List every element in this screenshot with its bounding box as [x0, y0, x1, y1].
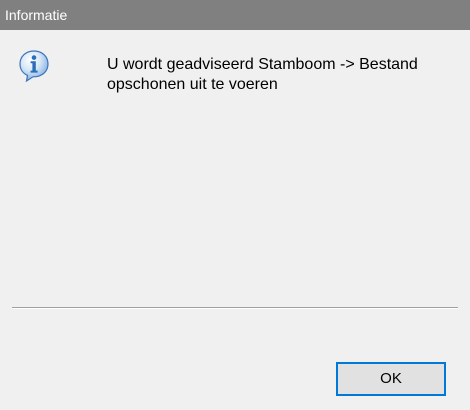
separator-line	[12, 307, 458, 309]
information-icon	[17, 49, 51, 83]
title-bar[interactable]: Informatie	[0, 0, 470, 30]
message-text: U wordt geadviseerd Stamboom -> Bestand …	[107, 56, 418, 93]
window-title: Informatie	[5, 7, 68, 23]
dialog-window: Informatie U wordt geadviseerd Stamboom …	[0, 0, 470, 410]
ok-button[interactable]: OK	[336, 362, 446, 396]
